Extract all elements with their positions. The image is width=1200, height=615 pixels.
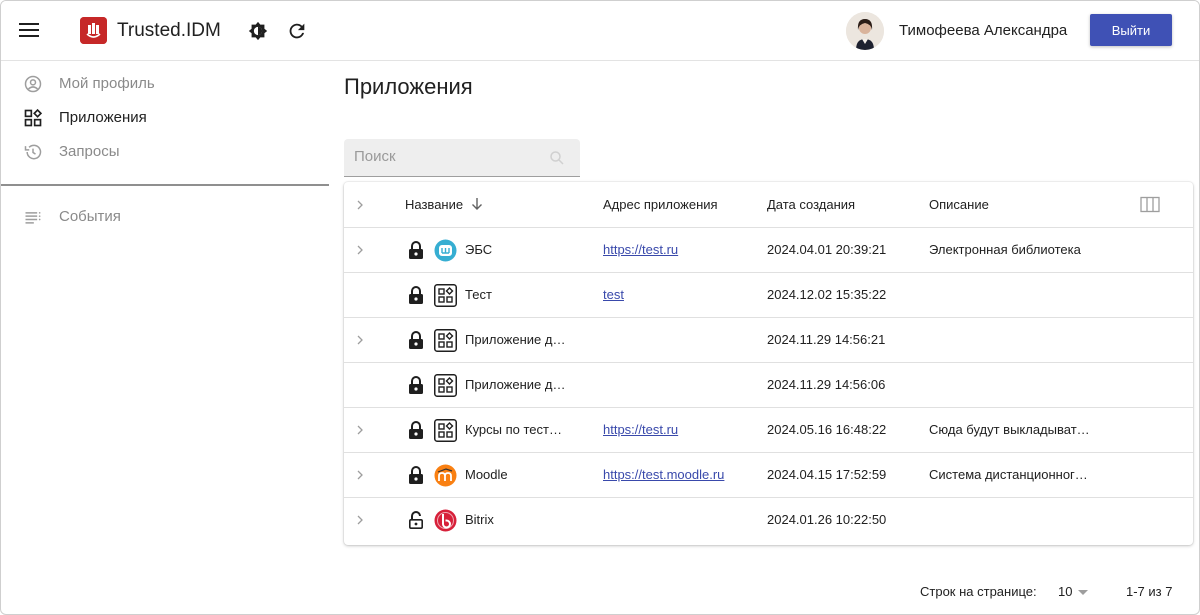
app-address-link[interactable]: https://test.ru [603, 422, 678, 437]
apps-table: Название Адрес приложения Дата создания … [344, 182, 1193, 545]
app-window: Trusted.IDM Тимофеева Александра Выйти М… [0, 0, 1200, 615]
account-circle-icon [22, 74, 44, 94]
avatar[interactable] [846, 12, 884, 50]
table-row[interactable]: Приложение д… 2024.11.29 14:56:21 [344, 318, 1193, 363]
rows-per-page-label: Строк на странице: [920, 584, 1037, 599]
sidebar-item-apps[interactable]: Приложения [1, 101, 329, 135]
chevron-right-icon[interactable] [354, 468, 366, 482]
lock-icon [407, 375, 425, 395]
app-created-date: 2024.01.26 10:22:50 [767, 512, 887, 527]
apps-grid-icon [22, 108, 44, 128]
column-header-address[interactable]: Адрес приложения [603, 197, 718, 212]
app-created-date: 2024.05.16 16:48:22 [767, 422, 887, 437]
chevron-right-icon[interactable] [354, 198, 366, 212]
table-row[interactable]: Приложение д… 2024.11.29 14:56:06 [344, 363, 1193, 408]
sidebar-item-requests[interactable]: Запросы [1, 135, 329, 169]
logout-button[interactable]: Выйти [1090, 14, 1172, 46]
top-app-bar: Trusted.IDM Тимофеева Александра Выйти [1, 1, 1199, 61]
apps-grid-icon [434, 329, 457, 352]
sidebar-item-profile[interactable]: Мой профиль [1, 67, 329, 101]
column-header-name[interactable]: Название [405, 197, 463, 212]
moodle-icon [434, 464, 457, 487]
lock-icon [407, 420, 425, 440]
chevron-right-icon[interactable] [354, 333, 366, 347]
ebs-icon [434, 239, 457, 262]
chevron-right-icon[interactable] [354, 423, 366, 437]
lock-open-icon [407, 510, 425, 530]
lock-icon [407, 240, 425, 260]
table-row[interactable]: Курсы по тест… https://test.ru 2024.05.16 … [344, 408, 1193, 453]
sidebar-item-label: События [59, 208, 121, 225]
sidebar-item-label: Мой профиль [59, 75, 155, 92]
page-title: Приложения [344, 74, 473, 99]
chevron-right-icon[interactable] [354, 243, 366, 257]
user-name: Тимофеева Александра [899, 22, 1068, 39]
trusted-logo-icon [80, 17, 107, 44]
app-name[interactable]: Курсы по тест… [465, 422, 580, 437]
sidebar-divider [1, 184, 329, 186]
arrow-down-icon[interactable] [470, 196, 484, 212]
column-header-created[interactable]: Дата создания [767, 197, 855, 212]
app-description: Сюда будут выкладыват… [929, 422, 1090, 437]
app-name[interactable]: ЭБС [465, 242, 580, 257]
bitrix-icon [434, 509, 457, 532]
apps-grid-icon [434, 374, 457, 397]
app-description: Электронная библиотека [929, 242, 1081, 257]
app-address-link[interactable]: https://test.ru [603, 242, 678, 257]
sidebar-item-label: Запросы [59, 143, 120, 160]
lock-icon [407, 330, 425, 350]
app-address-link[interactable]: https://test.moodle.ru [603, 467, 724, 482]
app-created-date: 2024.04.01 20:39:21 [767, 242, 887, 257]
search-icon[interactable] [548, 149, 566, 167]
table-row[interactable]: ЭБС https://test.ru 2024.04.01 20:39:21 Эле… [344, 228, 1193, 273]
app-created-date: 2024.11.29 14:56:06 [767, 377, 886, 392]
sidebar-item-events[interactable]: События [1, 200, 329, 234]
app-address-link[interactable]: test [603, 287, 624, 302]
app-name[interactable]: Moodle [465, 467, 580, 482]
history-icon [22, 142, 44, 162]
search-field[interactable] [344, 139, 580, 177]
lock-icon [407, 285, 425, 305]
apps-grid-icon [434, 419, 457, 442]
app-name[interactable]: Приложение д… [465, 377, 580, 392]
menu-icon[interactable] [18, 21, 40, 41]
refresh-icon[interactable] [286, 20, 308, 42]
caret-down-icon[interactable] [1078, 590, 1088, 595]
rows-per-page-select[interactable]: 10 [1058, 584, 1094, 599]
pagination-range: 1-7 из 7 [1126, 584, 1173, 599]
app-name[interactable]: Bitrix [465, 512, 580, 527]
app-created-date: 2024.11.29 14:56:21 [767, 332, 886, 347]
app-created-date: 2024.04.15 17:52:59 [767, 467, 887, 482]
table-row[interactable]: Moodle https://test.moodle.ru 2024.04.15 1… [344, 453, 1193, 498]
column-header-description[interactable]: Описание [929, 197, 989, 212]
app-name[interactable]: Приложение д… [465, 332, 580, 347]
lock-icon [407, 465, 425, 485]
app-description: Система дистанционног… [929, 467, 1088, 482]
view-columns-icon[interactable] [1140, 196, 1160, 213]
search-input[interactable] [354, 148, 544, 165]
theme-toggle-icon[interactable] [247, 20, 269, 42]
chevron-right-icon[interactable] [354, 513, 366, 527]
apps-grid-icon [434, 284, 457, 307]
app-name[interactable]: Тест [465, 287, 580, 302]
table-header: Название Адрес приложения Дата создания … [344, 182, 1193, 228]
list-icon [22, 207, 44, 227]
app-created-date: 2024.12.02 15:35:22 [767, 287, 887, 302]
table-row[interactable]: Bitrix 2024.01.26 10:22:50 [344, 498, 1193, 543]
sidebar-item-label: Приложения [59, 109, 147, 126]
table-row[interactable]: Тест test 2024.12.02 15:35:22 [344, 273, 1193, 318]
app-title: Trusted.IDM [117, 20, 221, 41]
